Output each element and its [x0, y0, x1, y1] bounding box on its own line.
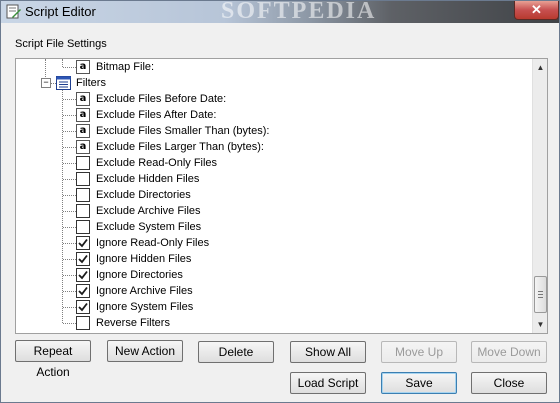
tree-item-label: Reverse Filters — [96, 317, 170, 329]
grip-line — [538, 297, 543, 298]
tree-row[interactable]: Reverse Filters — [16, 315, 532, 331]
tree-row[interactable]: Exclude Archive Files — [16, 203, 532, 219]
checkbox[interactable] — [76, 220, 90, 234]
tree-row[interactable]: Ignore Hidden Files — [16, 251, 532, 267]
delete-button[interactable]: Delete — [198, 341, 274, 363]
tree-item-label: Bitmap File: — [96, 61, 155, 73]
settings-tree[interactable]: a Bitmap File: − Filters a Exclude Files Befo… — [15, 58, 548, 334]
script-editor-window: Script Editor SOFTPEDIA ✕ Script File Se… — [0, 0, 560, 403]
checkbox[interactable] — [76, 300, 90, 314]
tree-connector-line — [63, 163, 76, 164]
tree-connector-line — [63, 99, 76, 100]
tree-row[interactable]: a Exclude Files Before Date: — [16, 91, 532, 107]
tree-item-label: Exclude Files After Date: — [96, 109, 217, 121]
tree-item-label: Exclude Files Smaller Than (bytes): — [96, 125, 270, 137]
tree-connector-line — [63, 259, 76, 260]
tree-connector-line — [63, 211, 76, 212]
checkbox[interactable] — [76, 172, 90, 186]
new-action-button[interactable]: New Action — [107, 340, 183, 362]
tree-connector-line — [63, 115, 76, 116]
tree-connector-line — [63, 243, 76, 244]
tree-connector-line — [63, 227, 76, 228]
tree-connector-line — [63, 307, 76, 308]
list-group-icon — [56, 76, 71, 90]
text-field-icon: a — [76, 140, 90, 154]
tree-connector-line — [63, 291, 76, 292]
tree-row[interactable]: Ignore System Files — [16, 299, 532, 315]
tree-row[interactable]: Exclude Directories — [16, 187, 532, 203]
tree-connector-line — [63, 179, 76, 180]
window-title: Script Editor — [25, 4, 96, 19]
repeat-action-button[interactable]: Repeat Action — [15, 340, 91, 379]
watermark-text: SOFTPEDIA — [221, 0, 377, 24]
title-bar[interactable]: Script Editor SOFTPEDIA ✕ — [1, 0, 559, 24]
checkmark-icon — [78, 302, 88, 312]
tree-group-label: Filters — [76, 77, 106, 89]
tree-row[interactable]: Exclude Hidden Files — [16, 171, 532, 187]
show-all-button[interactable]: Show All — [290, 341, 366, 363]
app-icon — [6, 4, 21, 19]
tree-item-label: Exclude Files Before Date: — [96, 93, 227, 105]
text-field-icon: a — [76, 92, 90, 106]
checkbox[interactable] — [76, 268, 90, 282]
tree-item-label: Ignore System Files — [96, 301, 194, 313]
tree-connector-line — [63, 67, 76, 68]
tree-connector-line — [63, 323, 76, 324]
checkmark-icon — [78, 238, 88, 248]
load-script-button[interactable]: Load Script — [290, 372, 366, 394]
tree-row[interactable]: a Exclude Files Larger Than (bytes): — [16, 139, 532, 155]
scroll-up-arrow-icon[interactable]: ▲ — [533, 60, 547, 75]
tree-row[interactable]: a Bitmap File: — [16, 59, 532, 75]
checkbox[interactable] — [76, 236, 90, 250]
tree-item-label: Ignore Directories — [96, 269, 183, 281]
tree-item-label: Exclude Read-Only Files — [96, 157, 218, 169]
tree-content: a Bitmap File: − Filters a Exclude Files Befo… — [16, 59, 532, 333]
text-field-icon: a — [76, 108, 90, 122]
collapse-toggle-icon[interactable]: − — [41, 78, 51, 88]
tree-row[interactable]: a Exclude Files Smaller Than (bytes): — [16, 123, 532, 139]
tree-row[interactable]: Exclude System Files — [16, 219, 532, 235]
tree-item-label: Exclude Files Larger Than (bytes): — [96, 141, 264, 153]
tree-row[interactable]: Exclude Read-Only Files — [16, 155, 532, 171]
tree-item-label: Exclude System Files — [96, 221, 202, 233]
tree-row[interactable]: − Filters — [16, 75, 532, 91]
text-field-icon: a — [76, 60, 90, 74]
scroll-thumb[interactable] — [534, 276, 547, 313]
text-field-icon: a — [76, 124, 90, 138]
tree-connector-line — [63, 147, 76, 148]
checkmark-icon — [78, 286, 88, 296]
save-button[interactable]: Save — [381, 372, 457, 394]
move-up-button[interactable]: Move Up — [381, 341, 457, 363]
tree-row[interactable]: a Exclude Files After Date: — [16, 107, 532, 123]
tree-item-label: Ignore Hidden Files — [96, 253, 192, 265]
tree-row[interactable]: Ignore Read-Only Files — [16, 235, 532, 251]
tree-connector-line — [63, 195, 76, 196]
tree-scrollbar[interactable]: ▲ ▼ — [532, 59, 547, 333]
tree-row[interactable]: Ignore Directories — [16, 267, 532, 283]
tree-row[interactable]: Ignore Archive Files — [16, 283, 532, 299]
window-close-button[interactable]: ✕ — [514, 1, 559, 20]
tree-connector-line — [63, 275, 76, 276]
checkbox[interactable] — [76, 252, 90, 266]
tree-item-label: Ignore Read-Only Files — [96, 237, 210, 249]
checkmark-icon — [78, 254, 88, 264]
checkbox[interactable] — [76, 156, 90, 170]
grip-line — [538, 291, 543, 292]
script-file-settings-label: Script File Settings — [15, 38, 107, 50]
tree-connector-line — [63, 131, 76, 132]
tree-item-label: Ignore Archive Files — [96, 285, 193, 297]
tree-item-label: Exclude Archive Files — [96, 205, 201, 217]
tree-item-label: Exclude Hidden Files — [96, 173, 200, 185]
checkbox[interactable] — [76, 188, 90, 202]
checkbox[interactable] — [76, 284, 90, 298]
checkbox[interactable] — [76, 316, 90, 330]
scroll-down-arrow-icon[interactable]: ▼ — [533, 317, 547, 332]
checkmark-icon — [78, 270, 88, 280]
move-down-button[interactable]: Move Down — [471, 341, 547, 363]
tree-item-label: Exclude Directories — [96, 189, 191, 201]
checkbox[interactable] — [76, 204, 90, 218]
close-button[interactable]: Close — [471, 372, 547, 394]
grip-line — [538, 294, 543, 295]
